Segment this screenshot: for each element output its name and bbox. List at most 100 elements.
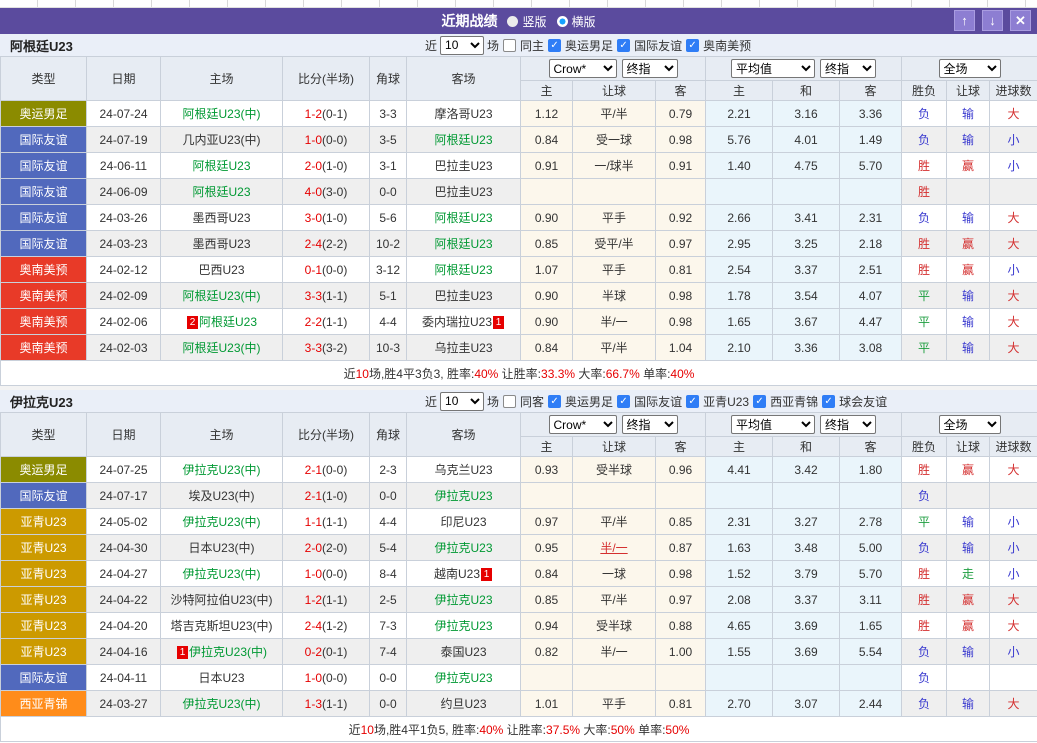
odds-stage-select[interactable]: 终指 xyxy=(622,415,678,434)
match-count-select[interactable]: 10 xyxy=(440,36,484,55)
odds-home-value: 0.85 xyxy=(535,237,558,251)
result-handicap: 赢 xyxy=(947,457,990,483)
match-score: 2-4(2-2) xyxy=(283,231,370,257)
period-select[interactable]: 全场 xyxy=(939,415,1001,434)
avg-home-odds-value: 1.52 xyxy=(727,567,750,581)
league-filter-label[interactable]: 亚青U23 xyxy=(703,393,749,410)
league-filter-label[interactable]: 奥运男足 xyxy=(565,393,613,410)
result-goals: 小 xyxy=(990,561,1037,587)
league-filter-label[interactable]: 球会友谊 xyxy=(839,393,887,410)
half-time-score: (1-1) xyxy=(322,697,347,711)
avg-away-odds-value: 2.31 xyxy=(859,211,882,225)
avg-stage-select[interactable]: 终指 xyxy=(820,415,876,434)
same-venue-checkbox[interactable] xyxy=(503,39,516,52)
avg-away-odds-value: 2.78 xyxy=(859,515,882,529)
avg-home-odds-value: 2.95 xyxy=(727,237,750,251)
avg-away-odds-value: 3.36 xyxy=(859,107,882,121)
avg-home-odds-value: 1.55 xyxy=(727,645,750,659)
half-time-score: (3-0) xyxy=(322,185,347,199)
odds-company-select[interactable]: Crow* xyxy=(549,415,617,434)
league-filter-checkbox[interactable]: ✓ xyxy=(686,395,699,408)
filters: 近10场同客✓奥运男足✓国际友谊✓亚青U23✓西亚青锦✓球会友谊 xyxy=(425,392,887,411)
avg-draw-odds-value: 3.41 xyxy=(794,211,817,225)
summary-label: 近 xyxy=(344,367,356,381)
period-select[interactable]: 全场 xyxy=(939,59,1001,78)
result-wdl-text: 胜 xyxy=(918,185,930,199)
odds-home: 0.84 xyxy=(521,335,573,361)
avg-stage-select[interactable]: 终指 xyxy=(820,59,876,78)
league-filter-label[interactable]: 奥南美预 xyxy=(703,37,751,54)
avg-home-odds-value: 2.70 xyxy=(727,697,750,711)
result-goals: 小 xyxy=(990,639,1037,665)
league-filter-label[interactable]: 奥运男足 xyxy=(565,37,613,54)
match-type-badge: 亚青U23 xyxy=(1,561,87,587)
away-team: 伊拉克U23 xyxy=(407,587,521,613)
corner-count: 7-3 xyxy=(370,613,407,639)
league-filter-checkbox[interactable]: ✓ xyxy=(548,395,561,408)
league-filter-label[interactable]: 国际友谊 xyxy=(634,37,682,54)
odds-away: 1.04 xyxy=(656,335,706,361)
away-team: 巴拉圭U23 xyxy=(407,153,521,179)
handicap-line: 半/一 xyxy=(573,535,656,561)
odds-away-value: 1.00 xyxy=(669,645,692,659)
match-score: 1-1(1-1) xyxy=(283,509,370,535)
summary-value: 40% xyxy=(474,367,498,381)
avg-home-odds-value: 4.41 xyxy=(727,463,750,477)
league-filter-checkbox[interactable]: ✓ xyxy=(617,395,630,408)
result-wdl: 负 xyxy=(902,101,947,127)
league-filter-checkbox[interactable]: ✓ xyxy=(686,39,699,52)
league-filter-checkbox[interactable]: ✓ xyxy=(617,39,630,52)
odds-company-select[interactable]: Crow* xyxy=(549,59,617,78)
league-filter-label[interactable]: 西亚青锦 xyxy=(770,393,818,410)
close-button[interactable]: ✕ xyxy=(1010,10,1031,31)
league-filter-checkbox[interactable]: ✓ xyxy=(822,395,835,408)
result-handicap: 赢 xyxy=(947,153,990,179)
odds-away-value: 0.85 xyxy=(669,515,692,529)
match-type-badge: 奥运男足 xyxy=(1,457,87,483)
league-filter-label[interactable]: 国际友谊 xyxy=(634,393,682,410)
team-section: 阿根廷U23近10场同主✓奥运男足✓国际友谊✓奥南美预类型日期主场比分(半场)角… xyxy=(0,34,1037,386)
same-venue-label[interactable]: 同主 xyxy=(520,37,544,54)
layout-radio-vertical[interactable]: 竖版 xyxy=(507,13,546,30)
games-label: 场 xyxy=(487,393,499,410)
column-header: 日期 xyxy=(87,57,161,101)
avg-type-select[interactable]: 平均值 xyxy=(731,415,815,434)
avg-draw-odds: 3.69 xyxy=(773,639,840,665)
scroll-down-button[interactable]: ↓ xyxy=(982,10,1003,31)
result-goals: 大 xyxy=(990,457,1037,483)
team-title: 阿根廷U23 xyxy=(0,36,73,55)
sub-column-header: 主 xyxy=(521,437,573,457)
avg-draw-odds: 3.67 xyxy=(773,309,840,335)
avg-home-odds: 1.63 xyxy=(706,535,773,561)
half-time-score: (1-2) xyxy=(322,619,347,633)
avg-home-odds-value: 2.31 xyxy=(727,515,750,529)
handicap-line-value: 受一球 xyxy=(596,133,632,147)
league-filter-checkbox[interactable]: ✓ xyxy=(548,39,561,52)
match-row: 国际友谊24-03-26墨西哥U233-0(1-0)5-6阿根廷U230.90平… xyxy=(1,205,1037,231)
match-date: 24-02-06 xyxy=(87,309,161,335)
match-type-badge: 亚青U23 xyxy=(1,587,87,613)
header-dropdown-group: 全场 xyxy=(902,57,1037,81)
corner-count: 10-3 xyxy=(370,335,407,361)
full-time-score: 2-0 xyxy=(305,541,322,555)
same-venue-label[interactable]: 同客 xyxy=(520,393,544,410)
corner-count: 2-3 xyxy=(370,457,407,483)
scroll-up-button[interactable]: ↑ xyxy=(954,10,975,31)
match-count-select[interactable]: 10 xyxy=(440,392,484,411)
avg-type-select[interactable]: 平均值 xyxy=(731,59,815,78)
away-team-name: 阿根廷U23 xyxy=(434,211,492,225)
odds-away-value: 0.97 xyxy=(669,593,692,607)
match-date: 24-03-27 xyxy=(87,691,161,717)
league-filter-checkbox[interactable]: ✓ xyxy=(753,395,766,408)
home-team-name: 日本U23 xyxy=(198,671,244,685)
result-goals-text: 小 xyxy=(1008,133,1020,147)
result-wdl: 平 xyxy=(902,509,947,535)
handicap-line-value: 平手 xyxy=(602,211,626,225)
odds-away: 0.88 xyxy=(656,613,706,639)
avg-home-odds-value: 1.78 xyxy=(727,289,750,303)
odds-stage-select[interactable]: 终指 xyxy=(622,59,678,78)
avg-away-odds: 3.11 xyxy=(840,587,902,613)
same-venue-checkbox[interactable] xyxy=(503,395,516,408)
layout-radio-horizontal[interactable]: 横版 xyxy=(557,13,596,30)
sub-column-header: 胜负 xyxy=(902,437,947,457)
